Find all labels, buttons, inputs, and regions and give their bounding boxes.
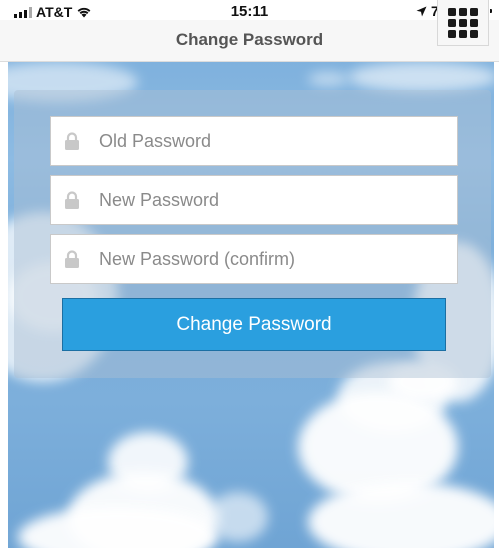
confirm-password-field[interactable] (50, 234, 458, 284)
grid-menu-icon (448, 7, 478, 38)
lock-icon (51, 235, 93, 283)
menu-button[interactable] (437, 0, 489, 46)
status-bar: AT&T 15:11 77% (0, 0, 499, 20)
new-password-input[interactable] (93, 176, 433, 224)
page-title: Change Password (175, 30, 324, 49)
nav-bar: Change Password (0, 20, 499, 62)
screen: AT&T 15:11 77% Change Password (0, 0, 499, 548)
lock-icon (51, 176, 93, 224)
old-password-field[interactable] (50, 116, 458, 166)
change-password-button[interactable]: Change Password (62, 298, 446, 351)
old-password-input[interactable] (93, 117, 433, 165)
confirm-password-input[interactable] (93, 235, 433, 283)
new-password-field[interactable] (50, 175, 458, 225)
lock-icon (51, 117, 93, 165)
location-arrow-icon (416, 6, 427, 16)
